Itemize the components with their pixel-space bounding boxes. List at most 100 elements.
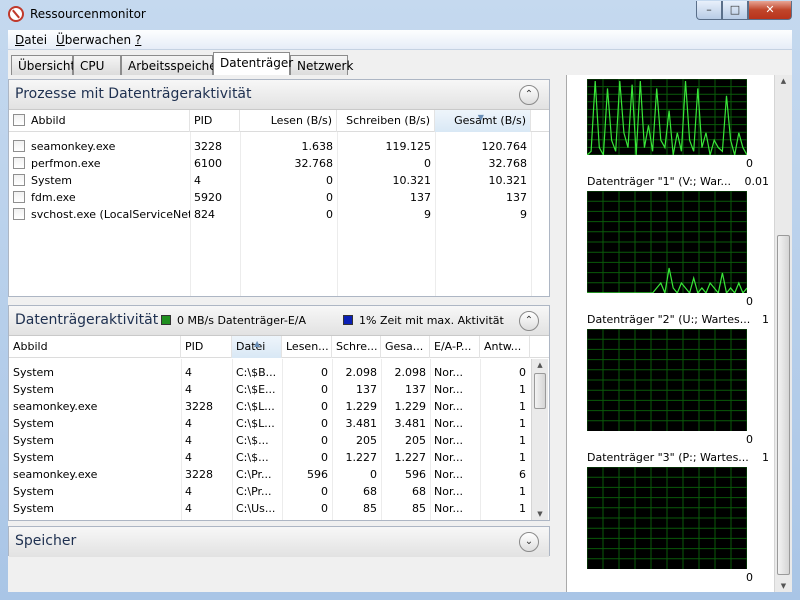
col-pid[interactable]: PID: [181, 336, 232, 358]
col-abbild[interactable]: Abbild: [9, 336, 181, 358]
col-gesamt[interactable]: Gesa...: [381, 336, 430, 358]
table-cell: 137: [506, 191, 527, 204]
scroll-up-icon[interactable]: ▲: [775, 77, 792, 85]
table-cell: System: [13, 502, 55, 515]
tab-datentraeger[interactable]: Datenträger: [213, 52, 293, 75]
table-cell: 0: [326, 191, 333, 204]
table-cell: 0: [321, 366, 328, 379]
menu-datei[interactable]: Datei: [15, 33, 47, 47]
table-cell: 0: [321, 502, 328, 515]
tab-row: Übersicht CPU Arbeitsspeicher Datenträge…: [8, 50, 792, 75]
table-cell: 1: [519, 383, 526, 396]
table-row[interactable]: System 4 C:\$L... 0 3.481 3.481 Nor... 1: [9, 415, 531, 432]
table-cell: 6: [519, 468, 526, 481]
scroll-down-icon[interactable]: ▼: [532, 510, 548, 518]
pane-splitter[interactable]: [554, 75, 566, 592]
table-cell: 1.229: [394, 400, 427, 413]
col-pid[interactable]: PID: [190, 110, 240, 132]
menu-help[interactable]: ?: [135, 33, 141, 47]
col-schreiben[interactable]: Schreiben (B/s): [337, 110, 435, 132]
table-cell: C:\$...: [236, 451, 269, 464]
scroll-down-icon[interactable]: ▼: [775, 582, 792, 590]
activity-table-body: System 4 C:\$B... 0 2.098 2.098 Nor... 0 System 4…: [9, 359, 531, 520]
col-lesen[interactable]: Lesen...: [282, 336, 332, 358]
table-row[interactable]: System 4 0 10.321 10.321: [9, 172, 549, 189]
table-row[interactable]: seamonkey.exe 3228 C:\Pr... 596 0 596 Nor... 6: [9, 466, 531, 483]
menu-ueberwachen[interactable]: Überwachen: [56, 33, 131, 47]
table-cell: System: [13, 485, 55, 498]
expand-down-icon[interactable]: ⌄: [519, 532, 539, 552]
row-checkbox[interactable]: [13, 174, 25, 186]
graph-1-max: 0.01: [744, 175, 770, 188]
title-bar[interactable]: Ressourcenmonitor – □ ✕: [0, 0, 800, 30]
table-row[interactable]: System4C:\Us...0130130Nor...1: [9, 517, 531, 520]
row-checkbox[interactable]: [13, 208, 25, 220]
row-checkbox[interactable]: [13, 140, 25, 152]
processes-section: Prozesse mit Datenträgeraktivität ⌃ Abbi…: [8, 79, 550, 297]
table-row[interactable]: seamonkey.exe 3228 C:\$L... 0 1.229 1.229 Nor.…: [9, 398, 531, 415]
menu-bar: Datei Überwachen ?: [8, 30, 792, 50]
table-row[interactable]: System 4 C:\Pr... 0 68 68 Nor... 1: [9, 483, 531, 500]
table-row[interactable]: perfmon.exe 6100 32.768 0 32.768: [9, 155, 549, 172]
tab-uebersicht[interactable]: Übersicht: [11, 55, 75, 75]
collapse-up-icon[interactable]: ⌃: [519, 311, 539, 331]
col-schreiben[interactable]: Schre...: [332, 336, 381, 358]
maximize-button[interactable]: □: [722, 1, 748, 20]
memory-header[interactable]: Speicher ⌄: [9, 527, 549, 557]
table-cell: C:\Pr...: [236, 468, 272, 481]
col-io-priority[interactable]: E/A-P...: [430, 336, 480, 358]
table-row[interactable]: System 4 C:\$B... 0 2.098 2.098 Nor... 0: [9, 364, 531, 381]
table-cell: 32.768: [488, 157, 528, 170]
col-gesamt[interactable]: ▼ Gesamt (B/s): [435, 110, 531, 132]
tab-arbeitsspeicher[interactable]: Arbeitsspeicher: [121, 55, 222, 75]
table-cell: 3.481: [394, 417, 427, 430]
table-row[interactable]: svchost.exe (LocalServiceNet... 824 0 9 9: [9, 206, 549, 223]
table-cell: C:\$L...: [236, 400, 275, 413]
col-lesen[interactable]: Lesen (B/s): [240, 110, 337, 132]
scrollbar-thumb[interactable]: [534, 373, 546, 409]
table-row[interactable]: seamonkey.exe 3228 1.638 119.125 120.764: [9, 138, 549, 155]
table-cell: 4: [181, 517, 232, 520]
activity-scrollbar[interactable]: ▲ ▼: [531, 359, 548, 520]
scrollbar-thumb[interactable]: [777, 235, 790, 575]
activity-header[interactable]: Datenträgeraktivität 0 MB/s Datenträger-…: [9, 306, 549, 336]
table-cell: 3228: [185, 400, 213, 413]
table-row[interactable]: System 4 C:\$... 0 205 205 Nor... 1: [9, 432, 531, 449]
scroll-up-icon[interactable]: ▲: [532, 361, 548, 369]
select-all-checkbox[interactable]: [13, 114, 25, 126]
graph-2-max: 1: [762, 313, 769, 326]
col-datei[interactable]: ▲ Datei: [232, 336, 282, 358]
col-abbild[interactable]: Abbild: [9, 110, 190, 132]
graphs-scrollbar[interactable]: ▲ ▼: [774, 75, 792, 592]
minimize-button[interactable]: –: [696, 1, 722, 20]
table-cell: 1: [519, 485, 526, 498]
table-cell: 0: [321, 383, 328, 396]
table-cell: seamonkey.exe: [9, 138, 190, 155]
tab-netzwerk[interactable]: Netzwerk: [290, 55, 353, 75]
table-cell: 9: [424, 208, 431, 221]
table-cell: svchost.exe (LocalServiceNet...: [9, 206, 190, 223]
table-cell: System: [9, 517, 181, 520]
table-cell: 596: [307, 468, 328, 481]
row-checkbox[interactable]: [13, 157, 25, 169]
col-response[interactable]: Antw...: [480, 336, 530, 358]
tab-cpu[interactable]: CPU: [73, 55, 121, 75]
graph-3-min: 0: [746, 571, 753, 584]
table-cell: 1: [519, 451, 526, 464]
table-cell: Nor...: [434, 366, 463, 379]
processes-header[interactable]: Prozesse mit Datenträgeraktivität ⌃: [9, 80, 549, 110]
table-row[interactable]: System 4 C:\$... 0 1.227 1.227 Nor... 1: [9, 449, 531, 466]
table-row[interactable]: System 4 C:\$E... 0 137 137 Nor... 1: [9, 381, 531, 398]
table-cell: 32.768: [294, 157, 334, 170]
table-row[interactable]: fdm.exe 5920 0 137 137: [9, 189, 549, 206]
table-cell: 0: [321, 485, 328, 498]
collapse-up-icon[interactable]: ⌃: [519, 85, 539, 105]
sort-arrow-icon: ▲: [254, 339, 261, 348]
table-row[interactable]: System 4 C:\Us... 0 85 85 Nor... 1: [9, 500, 531, 517]
row-checkbox[interactable]: [13, 191, 25, 203]
table-cell: Nor...: [434, 400, 463, 413]
table-cell: 0: [321, 434, 328, 447]
close-button[interactable]: ✕: [748, 1, 792, 20]
table-cell: 5920: [194, 191, 222, 204]
table-cell: C:\$B...: [236, 366, 277, 379]
